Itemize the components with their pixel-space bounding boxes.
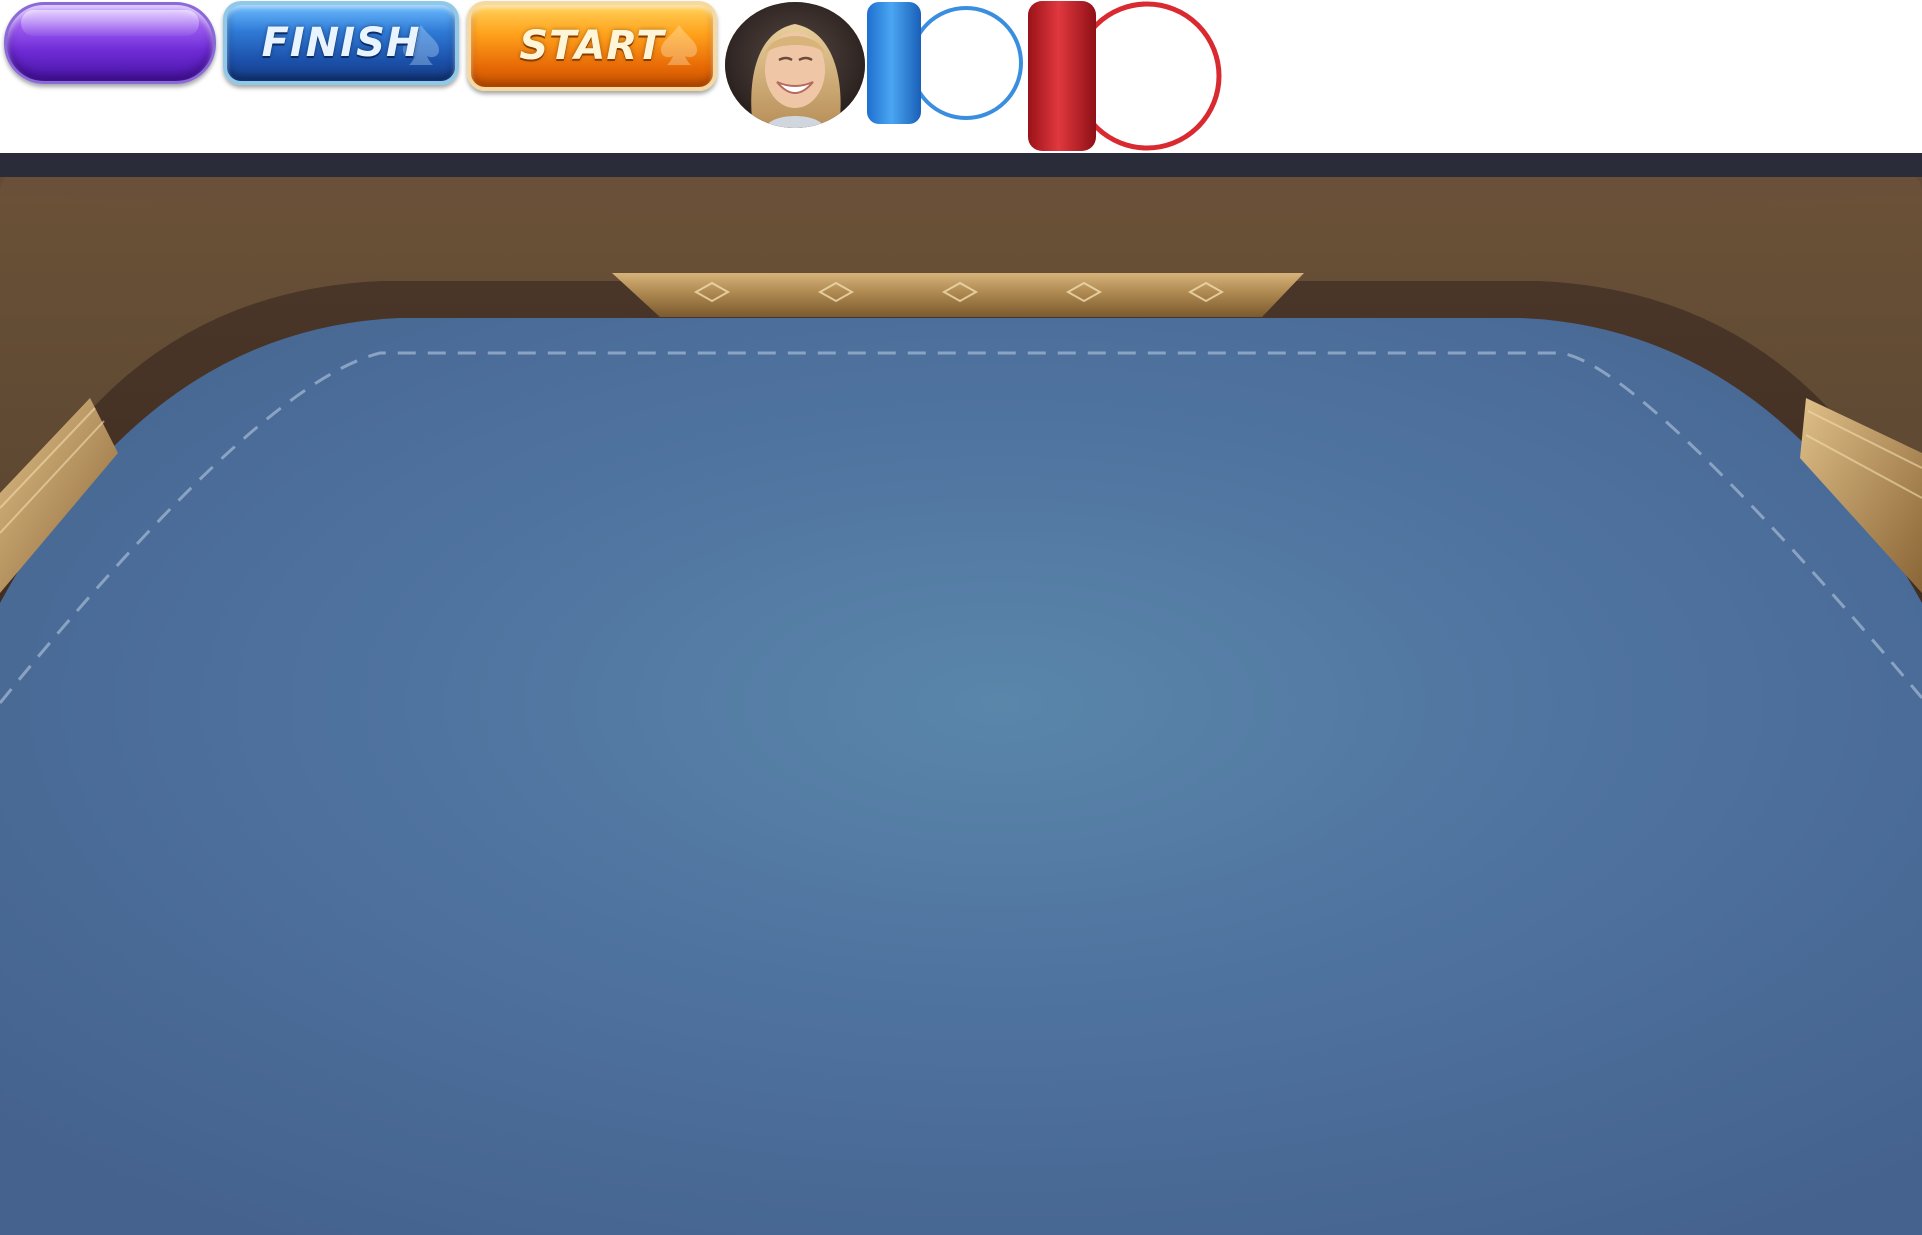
player-avatar[interactable] [725,2,865,128]
toggle-off-icon [1028,1,1222,151]
player-avatar-photo-icon [725,2,865,128]
poker-table [0,153,1922,1235]
start-button-label: START [519,23,665,69]
purple-button[interactable] [4,2,216,84]
toggle-off-icon [867,2,1023,124]
asset-strip: FINISH START [0,0,1922,153]
start-button[interactable]: START [467,1,717,91]
spade-icon [661,25,697,65]
finish-button[interactable]: FINISH [223,1,459,85]
poker-table-graphic [0,153,1922,1235]
blue-toggle[interactable] [866,1,1026,125]
finish-button-label: FINISH [261,20,421,66]
red-toggle[interactable] [1027,0,1223,152]
